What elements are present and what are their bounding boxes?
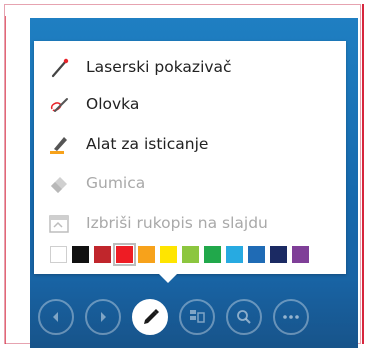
menu-item-label: Laserski pokazivač [86, 58, 232, 76]
menu-item-label: Olovka [86, 95, 140, 113]
menu-pointer-arrow [158, 273, 178, 283]
next-slide-button[interactable] [85, 299, 121, 335]
menu-item-eraser[interactable]: Gumica [34, 165, 346, 201]
ink-color-palette [50, 243, 309, 266]
color-swatch[interactable] [138, 246, 155, 263]
zoom-button[interactable] [226, 299, 262, 335]
magnifier-icon [235, 308, 253, 326]
color-swatch[interactable] [94, 246, 111, 263]
ellipsis-icon [282, 314, 300, 320]
arrow-right-icon [96, 310, 110, 324]
color-swatch[interactable] [204, 246, 221, 263]
menu-item-label: Alat za isticanje [86, 135, 209, 153]
color-swatch[interactable] [182, 246, 199, 263]
menu-item-highlighter[interactable]: Alat za isticanje [34, 126, 346, 162]
see-all-slides-button[interactable] [179, 299, 215, 335]
color-swatch[interactable] [292, 246, 309, 263]
pointer-options-menu: Laserski pokazivač Olovka Alat za istica… [34, 41, 346, 274]
frame-red-edge-left [5, 16, 6, 344]
color-swatch[interactable] [160, 246, 177, 263]
menu-item-label: Gumica [86, 174, 146, 192]
eraser-icon [48, 173, 70, 195]
slide-show-toolbar [38, 299, 309, 339]
frame-red-edge-right [362, 4, 364, 344]
color-swatch[interactable] [72, 246, 89, 263]
laser-pointer-icon [48, 57, 70, 79]
pen-icon [48, 94, 70, 116]
erase-ink-icon [48, 213, 70, 235]
color-swatch[interactable] [226, 246, 243, 263]
highlighter-icon [48, 134, 70, 156]
pen-tools-button[interactable] [132, 299, 168, 335]
slides-grid-icon [188, 308, 206, 326]
color-swatch[interactable] [248, 246, 265, 263]
color-swatch[interactable] [270, 246, 287, 263]
menu-item-pen[interactable]: Olovka [34, 86, 346, 122]
arrow-left-icon [49, 310, 63, 324]
more-options-button[interactable] [273, 299, 309, 335]
pen-icon [139, 306, 161, 328]
menu-item-laser-pointer[interactable]: Laserski pokazivač [34, 49, 346, 85]
menu-item-erase-all-ink[interactable]: Izbriši rukopis na slajdu [34, 205, 346, 241]
color-swatch[interactable] [50, 246, 67, 263]
color-swatch[interactable] [113, 243, 136, 266]
previous-slide-button[interactable] [38, 299, 74, 335]
menu-item-label: Izbriši rukopis na slajdu [86, 214, 268, 232]
